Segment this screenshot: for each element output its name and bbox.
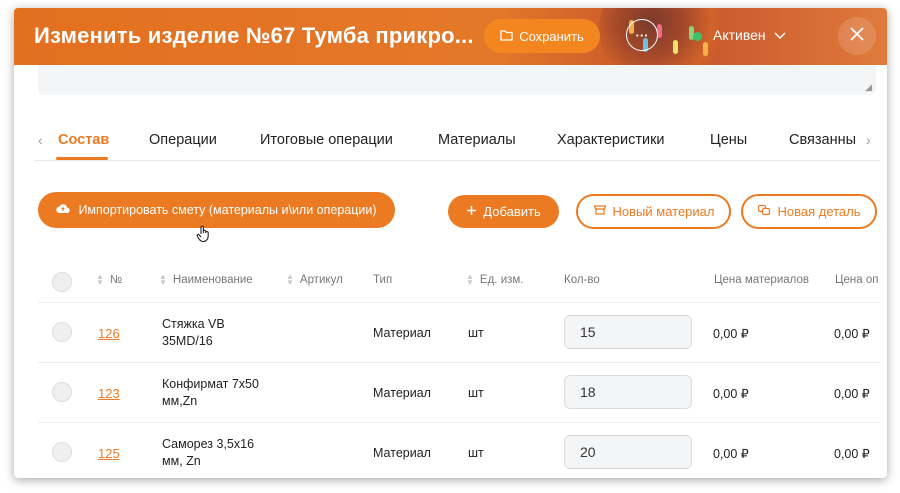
tab-related[interactable]: Связанны [789,132,856,148]
column-unit[interactable]: ▲ ▼ Ед. изм. [466,272,524,287]
status-label: Активен [713,27,766,43]
tab-operations[interactable]: Операции [149,132,217,148]
row-checkbox[interactable] [52,322,72,342]
save-label: Сохранить [519,28,584,44]
tab-sostav[interactable]: Состав [58,132,109,148]
row-operations-price: 0,00 ₽ [834,447,870,461]
row-number-link[interactable]: 125 [98,446,120,461]
save-icon [500,29,513,44]
hand-cursor-icon [196,225,212,248]
add-button[interactable]: Добавить [448,195,559,228]
chevron-down-icon [774,27,786,43]
row-checkbox[interactable] [52,442,72,462]
row-type: Материал [373,446,431,460]
row-name: Стяжка VB 35MD/16 [162,317,225,348]
column-type[interactable]: Тип [373,274,392,286]
save-button[interactable]: Сохранить [484,19,600,53]
row-type: Материал [373,386,431,400]
description-textarea[interactable]: ◢ [38,65,876,95]
new-detail-button[interactable]: Новая деталь [741,194,877,229]
column-name[interactable]: ▲ ▼ Наименование [159,272,253,287]
table-header: ▲ ▼ № ▲ ▼ Наименование ▲ ▼ Артикул Тип ▲ ▼ Е… [38,262,880,303]
decorative-illustration [599,8,729,65]
cloud-upload-icon [56,203,71,217]
tab-prices[interactable]: Цены [710,132,747,148]
sort-icon: ▲ ▼ [466,272,474,287]
row-number-link[interactable]: 123 [98,386,120,401]
more-button[interactable]: ··· [626,19,658,51]
modal-header: Изменить изделие №67 Тумба прикро... Сох… [14,8,887,65]
sort-icon: ▲ ▼ [286,272,294,287]
quantity-input[interactable]: 20 [564,435,692,469]
row-number-link[interactable]: 126 [98,326,120,341]
quantity-input[interactable]: 18 [564,375,692,409]
page-title: Изменить изделие №67 Тумба прикро... [34,23,474,48]
close-icon [850,26,864,46]
tab-final-operations[interactable]: Итоговые операции [260,132,393,148]
plus-icon [466,204,477,219]
row-type: Материал [373,326,431,340]
new-material-button[interactable]: Новый материал [576,194,731,229]
table-row[interactable]: 123 Конфирмат 7х50 мм,Zn Материал шт 18 … [38,362,880,423]
row-name: Саморез 3,5х16 мм, Zn [162,437,255,468]
column-article[interactable]: ▲ ▼ Артикул [286,272,343,287]
new-detail-label: Новая деталь [777,204,861,219]
status-dropdown[interactable]: Активен [713,27,786,43]
tab-bar: ‹ Состав Операции Итоговые операции Мате… [34,128,880,161]
status-dot [693,32,702,41]
select-all-checkbox[interactable] [52,272,72,292]
row-materials-price: 0,00 ₽ [713,387,749,401]
column-operations-price[interactable]: Цена оп [835,274,878,286]
sort-icon: ▲ ▼ [159,272,167,287]
row-checkbox[interactable] [52,382,72,402]
quantity-input[interactable]: 15 [564,315,692,349]
row-unit: шт [468,446,484,460]
edit-product-modal: Изменить изделие №67 Тумба прикро... Сох… [14,8,887,478]
column-number[interactable]: ▲ ▼ № [96,272,122,287]
row-materials-price: 0,00 ₽ [713,447,749,461]
new-material-label: Новый материал [612,204,715,219]
table-row[interactable]: 125 Саморез 3,5х16 мм, Zn Материал шт 20… [38,422,880,478]
sort-icon: ▲ ▼ [96,272,104,287]
more-icon: ··· [635,27,649,43]
import-label: Импортировать смету (материалы и\или опе… [78,203,377,217]
row-unit: шт [468,386,484,400]
row-operations-price: 0,00 ₽ [834,327,870,341]
import-estimate-button[interactable]: Импортировать смету (материалы и\или опе… [38,192,395,228]
column-quantity[interactable]: Кол-во [564,274,600,286]
detail-icon [757,204,771,219]
resize-handle-icon[interactable]: ◢ [865,82,872,93]
active-tab-indicator [56,157,108,160]
material-icon [593,204,607,219]
column-materials-price[interactable]: Цена материалов [714,274,809,286]
table-row[interactable]: 126 Стяжка VB 35MD/16 Материал шт 15 0,0… [38,302,880,363]
row-name: Конфирмат 7х50 мм,Zn [162,377,259,408]
tab-scroll-left-icon[interactable]: ‹ [38,132,43,148]
add-label: Добавить [483,204,541,219]
tab-characteristics[interactable]: Характеристики [557,132,665,148]
row-operations-price: 0,00 ₽ [834,387,870,401]
row-unit: шт [468,326,484,340]
close-button[interactable] [838,17,876,55]
tab-materials[interactable]: Материалы [438,132,516,148]
row-materials-price: 0,00 ₽ [713,327,749,341]
tab-scroll-right-icon[interactable]: › [866,132,871,148]
